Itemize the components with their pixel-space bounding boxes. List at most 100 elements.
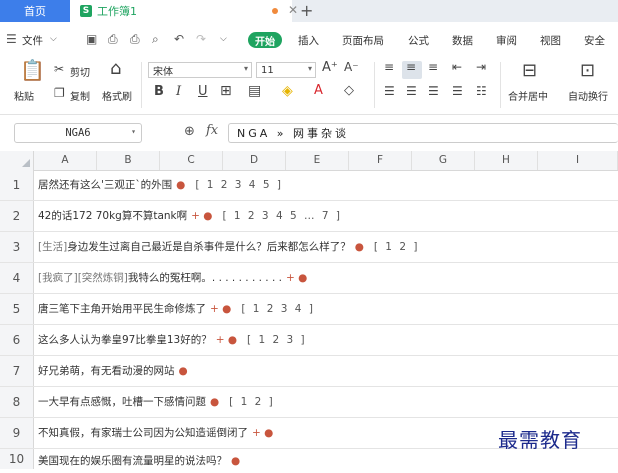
cell-a1[interactable]: 居然还有这么'三观正`的外围 ● [ 1 2 3 4 5 ] [38,170,283,200]
export-pdf-icon[interactable]: ⎙ [108,32,118,47]
row-header[interactable]: 8 [0,387,34,417]
hamburger-menu-icon[interactable]: ☰ [6,32,17,46]
format-painter-icon[interactable]: ⌂ [110,58,121,79]
select-all-corner[interactable] [0,151,34,170]
new-tab-button[interactable]: + [300,0,313,22]
cell-a7[interactable]: 好兄弟萌，有无看动漫的网站 ● [38,356,198,386]
column-header-g[interactable]: G [412,151,475,170]
decrease-font-icon[interactable]: A⁻ [344,60,359,74]
menu-formulas[interactable]: 公式 [408,33,429,48]
align-center-icon[interactable]: ☰ [406,84,417,98]
name-box[interactable]: NGA6 ▾ [14,123,142,143]
print-preview-icon[interactable]: ⌕ [152,32,159,47]
column-header-f[interactable]: F [349,151,412,170]
column-header-a[interactable]: A [34,151,97,170]
menu-insert[interactable]: 插入 [298,33,319,48]
paste-button[interactable]: 粘贴 [14,88,34,103]
distributed-icon[interactable]: ☷ [476,84,487,98]
undo-icon[interactable]: ↶ [174,32,184,46]
column-header-c[interactable]: C [160,151,223,170]
column-header-e[interactable]: E [286,151,349,170]
zoom-icon[interactable]: ⊕ [184,124,195,139]
row-header[interactable]: 3 [0,232,34,262]
customize-toolbar-icon[interactable]: ⌵ [220,34,227,44]
redo-icon[interactable]: ↷ [196,32,206,46]
menu-review[interactable]: 审阅 [496,33,517,48]
formula-input[interactable]: NGA » 网事杂谈 [228,123,618,143]
column-header-b[interactable]: B [97,151,160,170]
indent-increase-icon[interactable]: ⇥ [476,60,486,74]
font-size-select[interactable]: 11 ▾ [256,62,316,78]
column-header-i[interactable]: I [538,151,618,170]
menu-file[interactable]: 文件 [22,33,43,48]
align-left-icon[interactable]: ☰ [384,84,395,98]
tab-workbook[interactable]: S 工作簿1 ✕ [70,0,298,22]
workbook-name: 工作簿1 [97,5,137,18]
page-links: [ 1 2 3 4 5 … 7 ] [222,210,342,222]
justify-icon[interactable]: ☰ [452,84,463,98]
menu-view[interactable]: 视图 [540,33,561,48]
font-name-select[interactable]: 宋体 ▾ [148,62,252,78]
column-header-h[interactable]: H [475,151,538,170]
align-top-icon[interactable]: ≡ [384,60,394,74]
increase-font-icon[interactable]: A⁺ [322,60,338,75]
cut-button[interactable]: 剪切 [70,64,90,79]
row-header[interactable]: 10 [0,449,34,469]
function-icon[interactable]: fx [206,123,218,138]
fill-pattern-icon[interactable]: ▤ [248,83,261,99]
marker: ● [354,241,364,253]
align-right-icon[interactable]: ☰ [428,84,439,98]
cell-reference: NGA6 [65,127,91,139]
indent-decrease-icon[interactable]: ⇤ [452,60,462,74]
tab-home[interactable]: 首页 [0,0,70,22]
menu-start[interactable]: 开始 [248,32,282,48]
align-bottom-icon[interactable]: ≡ [428,60,438,74]
underline-icon[interactable]: U [198,84,208,99]
spreadsheet-grid[interactable]: A B C D E F G H I 1 居然还有这么'三观正`的外围 ●[ 1 2… [0,151,618,469]
bold-icon[interactable]: B [154,84,164,99]
paste-icon[interactable]: 📋 [20,58,45,82]
row-header[interactable]: 1 [0,170,34,200]
cell-a4[interactable]: [我疯了][突然炼铜]我特么的冤枉啊。. . . . . . . . . . .… [38,263,317,293]
border-icon[interactable]: ⊞ [220,83,232,99]
table-row: 7 好兄弟萌，有无看动漫的网站 ● [0,356,618,387]
wrap-text-button[interactable]: 自动换行 [568,88,608,103]
italic-icon[interactable]: I [176,84,181,99]
row-header[interactable]: 9 [0,418,34,448]
scissors-icon[interactable]: ✂ [54,62,64,76]
copy-button[interactable]: 复制 [70,88,90,103]
fill-color-icon[interactable]: ◈ [282,83,293,99]
cell-a5[interactable]: 唐三笔下主角开始用平民生命修炼了 + ● [ 1 2 3 4 ] [38,294,315,324]
cell-a10[interactable]: 美国现在的娱乐圈有流量明星的说法吗？ ● [38,449,250,469]
page-links: [ 1 2 3 4 ] [241,303,315,315]
cell-a6[interactable]: 这么多人认为拳皇97比拳皇13好的？ + ● [ 1 2 3 ] [38,325,307,355]
page-links: [ 1 2 3 ] [247,334,307,346]
merge-center-button[interactable]: 合并居中 [508,88,548,103]
cell-a2[interactable]: 42的话172 70kg算不算tank啊 + ● [ 1 2 3 4 5 … 7 ] [38,201,342,231]
cell-a3[interactable]: [生活]身边发生过离自己最近是自杀事件是什么？后来都怎么样了？ ● [ 1 2 ] [38,232,419,262]
chevron-down-icon[interactable]: ⌵ [50,34,57,44]
close-tab-icon[interactable]: ✕ [288,3,298,17]
column-header-d[interactable]: D [223,151,286,170]
font-size-value: 11 [261,64,274,76]
align-middle-icon[interactable]: ≡ [406,60,416,74]
format-painter-button[interactable]: 格式刷 [102,88,132,103]
divider [500,62,501,108]
copy-icon[interactable]: ❐ [54,86,65,100]
wrap-text-icon[interactable]: ⊡ [580,60,595,81]
save-icon[interactable]: ▣ [86,32,97,46]
merge-center-icon[interactable]: ⊟ [522,60,537,81]
menu-security[interactable]: 安全 [584,33,605,48]
row-header[interactable]: 6 [0,325,34,355]
row-header[interactable]: 4 [0,263,34,293]
cell-a8[interactable]: 一大早有点感慨，吐槽一下感情问题 ● [ 1 2 ] [38,387,275,417]
cell-a9[interactable]: 不知真假，有家瑞士公司因为公知造谣倒闭了 + ● [38,418,283,448]
row-header[interactable]: 5 [0,294,34,324]
menu-data[interactable]: 数据 [452,33,473,48]
menu-page-layout[interactable]: 页面布局 [342,33,384,48]
row-header[interactable]: 7 [0,356,34,386]
clear-format-icon[interactable]: ◇ [344,83,354,98]
font-color-icon[interactable]: A [314,83,323,98]
print-icon[interactable]: ⎙ [130,32,140,47]
row-header[interactable]: 2 [0,201,34,231]
